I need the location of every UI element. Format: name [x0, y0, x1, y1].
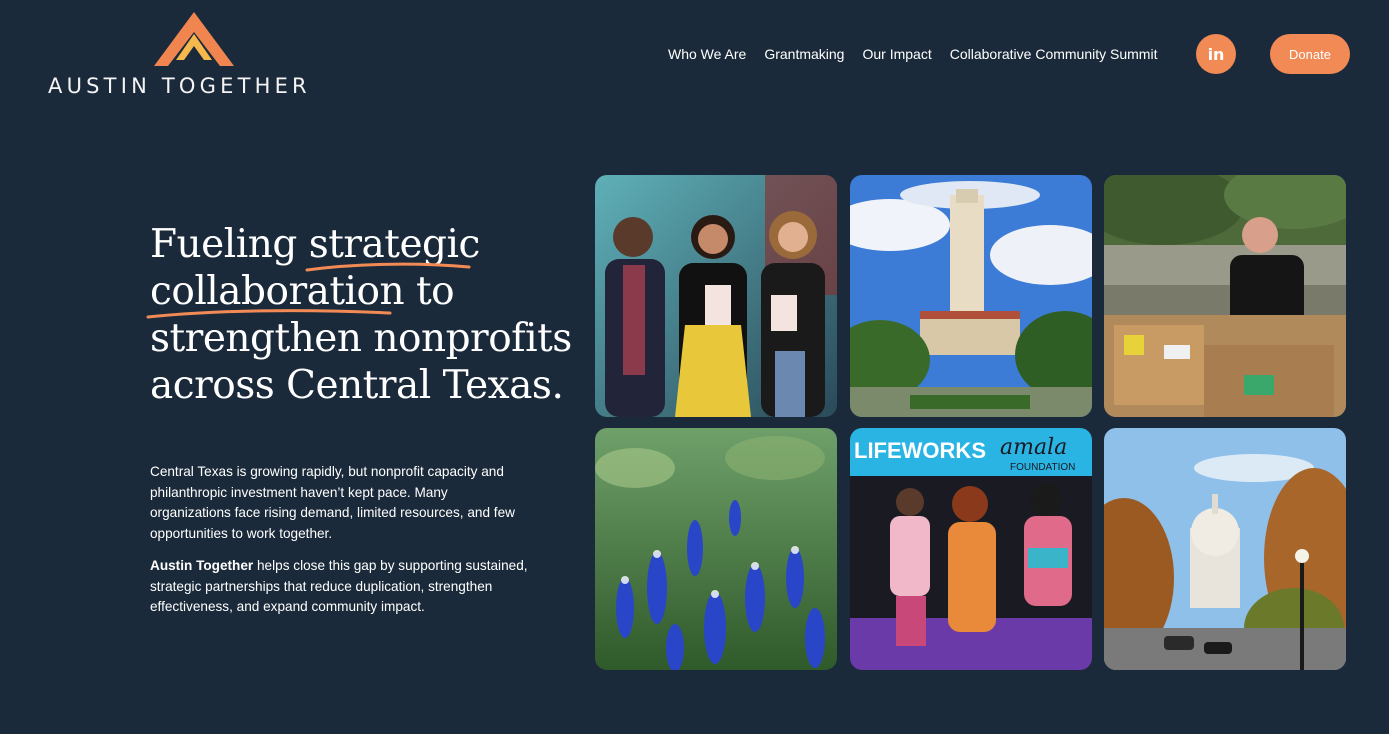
- underline-swoosh-icon: [146, 309, 392, 319]
- photo-food-drive-volunteer: [1104, 175, 1346, 417]
- headline-highlight-strategic: strategic: [305, 221, 480, 272]
- photo-ut-tower-image: [850, 175, 1092, 417]
- hero-headline: Fueling strategic collaboration to streng…: [146, 221, 590, 409]
- nav-our-impact[interactable]: Our Impact: [862, 45, 931, 63]
- photo-bluebonnets: [595, 428, 837, 670]
- linkedin-label: in: [1207, 44, 1225, 64]
- nav-who-we-are[interactable]: Who We Are: [668, 45, 746, 63]
- brand-logo[interactable]: AUSTIN TOGETHER: [48, 10, 340, 102]
- photo-texas-capitol-image: [1104, 428, 1346, 670]
- photo-women-with-books: [595, 175, 837, 417]
- photo-women-with-books-image: [595, 175, 837, 417]
- brand-name: AUSTIN TOGETHER: [48, 74, 311, 98]
- photo-food-drive-volunteer-image: [1104, 175, 1346, 417]
- intro-paragraph: Central Texas is growing rapidly, but no…: [150, 464, 515, 541]
- photo-texas-capitol: [1104, 428, 1346, 670]
- headline-text: Fueling: [150, 222, 309, 267]
- amala-sign: amala: [1000, 435, 1067, 460]
- photo-panel-discussion-image: LIFEWORKS amala FOUNDATION: [850, 428, 1092, 670]
- donate-button[interactable]: Donate: [1270, 34, 1350, 74]
- mission-paragraph: Austin Together helps close this gap by …: [150, 556, 530, 618]
- nav-grantmaking[interactable]: Grantmaking: [764, 45, 844, 63]
- photo-ut-tower: [850, 175, 1092, 417]
- linkedin-icon[interactable]: in: [1196, 34, 1236, 74]
- headline-highlight-collaboration: collaboration: [146, 268, 405, 319]
- main-nav: Who We Are Grantmaking Our Impact Collab…: [668, 45, 1175, 63]
- photo-bluebonnets-image: [595, 428, 837, 670]
- lifeworks-sign: LIFEWORKS: [854, 438, 986, 463]
- foundation-sign: FOUNDATION: [1010, 462, 1075, 473]
- photo-panel-discussion: LIFEWORKS amala FOUNDATION: [850, 428, 1092, 670]
- mission-org-name: Austin Together: [150, 558, 254, 573]
- chevron-logo-icon: [154, 12, 234, 66]
- nav-community-summit[interactable]: Collaborative Community Summit: [950, 45, 1158, 63]
